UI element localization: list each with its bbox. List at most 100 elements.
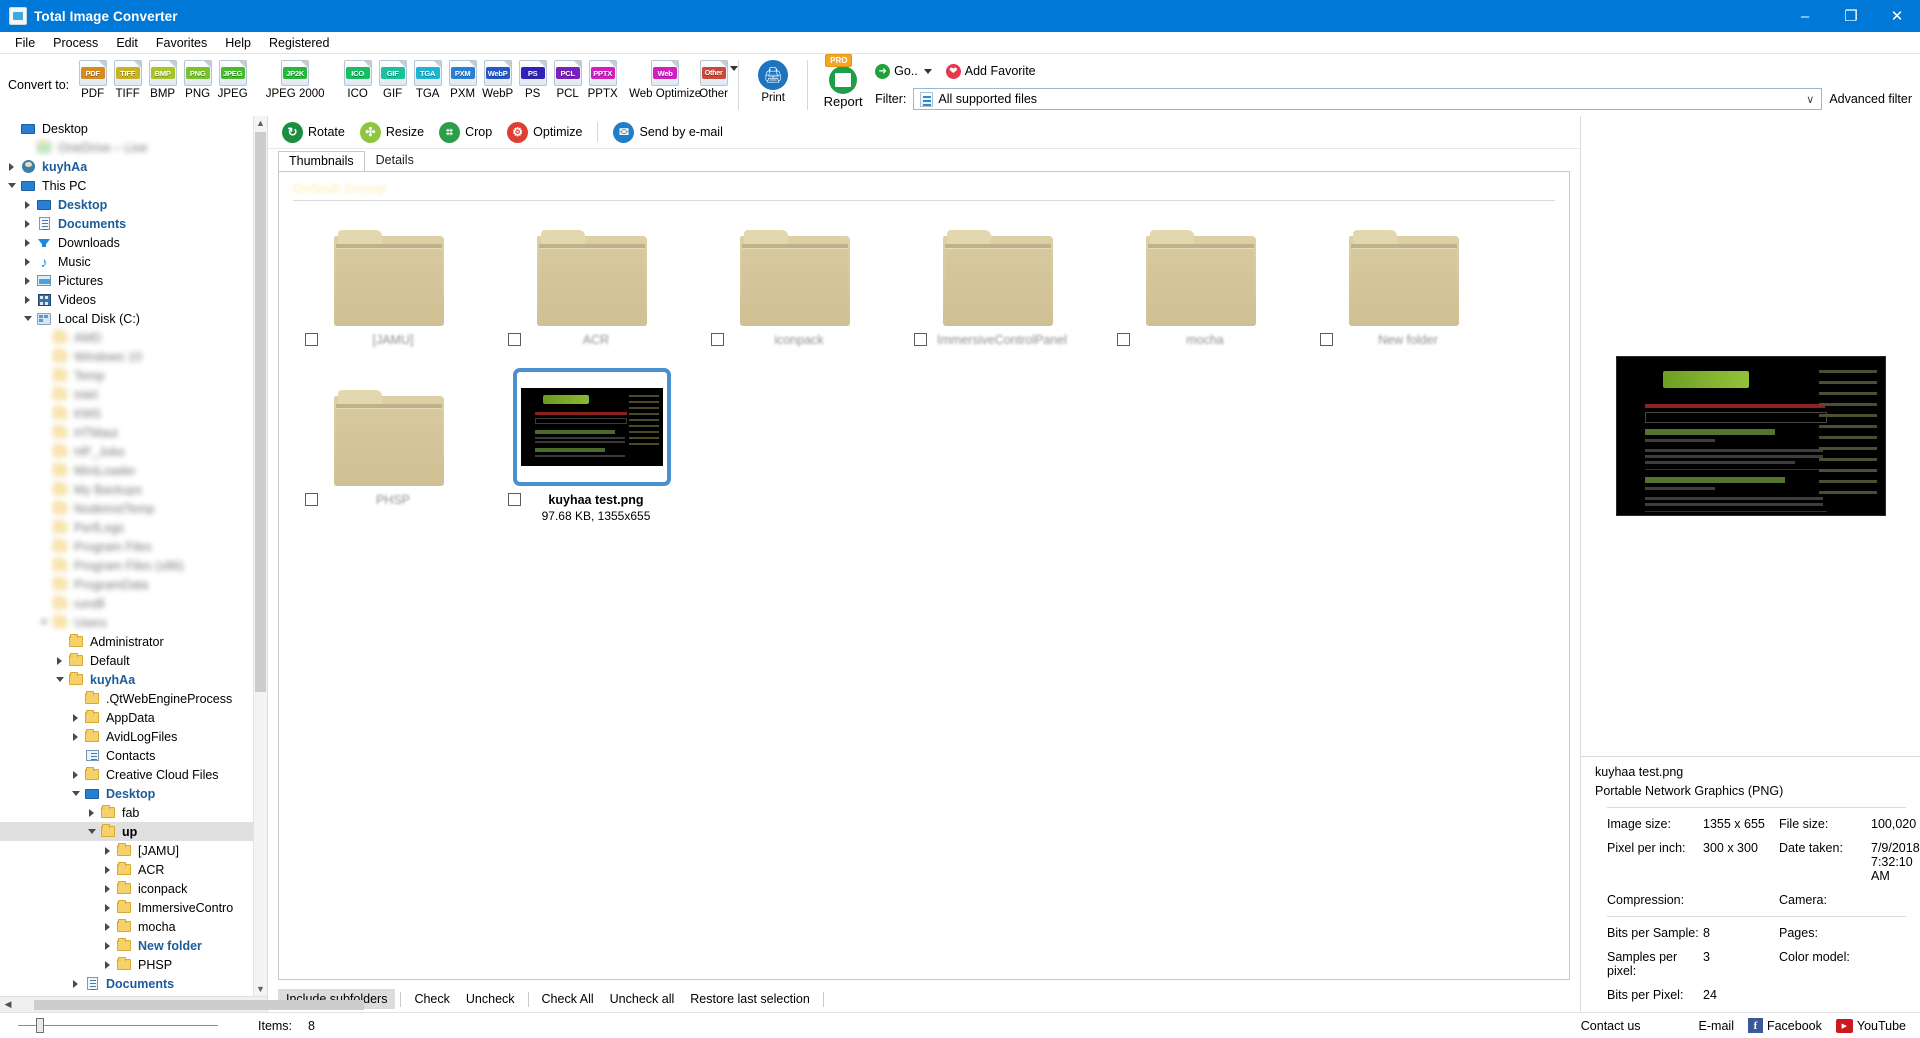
tree-twisty[interactable]: [20, 257, 35, 266]
tree-item-mocha[interactable]: mocha: [0, 917, 267, 936]
tree-twisty[interactable]: [68, 791, 83, 796]
tab-thumbnails[interactable]: Thumbnails: [278, 151, 365, 172]
rotate-button[interactable]: ↻ Rotate: [276, 119, 351, 146]
format-button-tga[interactable]: TGA TGA: [410, 56, 445, 100]
add-favorite-button[interactable]: ❤ Add Favorite: [945, 63, 1036, 79]
tree-item--jamu-[interactable]: [JAMU]: [0, 841, 267, 860]
optimize-button[interactable]: ⚙ Optimize: [501, 119, 588, 146]
tree-item-kms[interactable]: KMS: [0, 404, 267, 423]
tree-item-rundll[interactable]: rundll: [0, 594, 267, 613]
tree-item-kuyhaa[interactable]: kuyhAa: [0, 157, 267, 176]
thumbnail-size-slider[interactable]: [18, 1018, 218, 1034]
tree-item-avidlogfiles[interactable]: AvidLogFiles: [0, 727, 267, 746]
tree-item-hp-jobs[interactable]: HP_Jobs: [0, 442, 267, 461]
tree-twisty[interactable]: [4, 162, 19, 171]
tree-item-temp[interactable]: Temp: [0, 366, 267, 385]
tree-twisty[interactable]: [52, 677, 67, 682]
tree-item-desktop[interactable]: Desktop: [0, 119, 267, 138]
expand-chevron-icon[interactable]: [9, 162, 14, 171]
expand-chevron-icon[interactable]: [25, 257, 30, 266]
menu-item-favorites[interactable]: Favorites: [147, 34, 216, 52]
format-button-jpeg[interactable]: JPEG JPEG: [215, 56, 250, 100]
format-button-png[interactable]: PNG PNG: [180, 56, 215, 100]
format-button-pptx[interactable]: PPTX PPTX: [585, 56, 620, 100]
facebook-link[interactable]: f Facebook: [1747, 1018, 1822, 1033]
tree-item-documents[interactable]: Documents: [0, 974, 267, 993]
tree-item-music[interactable]: ♪ Music: [0, 252, 267, 271]
format-button-webp[interactable]: WebP WebP: [480, 56, 515, 100]
expand-chevron-icon[interactable]: [105, 903, 110, 912]
item-checkbox[interactable]: [711, 333, 724, 346]
folder-cell[interactable]: mocha: [1099, 211, 1302, 371]
format-button-tiff[interactable]: TIFF TIFF: [110, 56, 145, 100]
collapse-chevron-icon[interactable]: [71, 791, 80, 796]
tree-twisty[interactable]: [20, 316, 35, 321]
tree-item-miniloader[interactable]: MiniLoader: [0, 461, 267, 480]
tree-item-amd[interactable]: AMD: [0, 328, 267, 347]
tree-item-acr[interactable]: ACR: [0, 860, 267, 879]
format-button-bmp[interactable]: BMP BMP: [145, 56, 180, 100]
menu-item-process[interactable]: Process: [44, 34, 107, 52]
tree-item-up[interactable]: up: [0, 822, 267, 841]
item-checkbox[interactable]: [305, 333, 318, 346]
go-chevron-down-icon[interactable]: [923, 68, 932, 74]
expand-chevron-icon[interactable]: [25, 219, 30, 228]
format-button-pcl[interactable]: PCL PCL: [550, 56, 585, 100]
contact-us-link[interactable]: Contact us: [1581, 1019, 1641, 1033]
tree-twisty[interactable]: [68, 732, 83, 741]
tree-item-htmaui[interactable]: HTMaui: [0, 423, 267, 442]
tree-twisty[interactable]: [68, 770, 83, 779]
close-button[interactable]: ✕: [1874, 0, 1920, 32]
expand-chevron-icon[interactable]: [105, 922, 110, 931]
folder-cell[interactable]: iconpack: [693, 211, 896, 371]
item-checkbox[interactable]: [1320, 333, 1333, 346]
tree-item-local-disk-c-[interactable]: Local Disk (C:): [0, 309, 267, 328]
tree-twisty[interactable]: [20, 200, 35, 209]
tree-item-my-backups[interactable]: My Backups: [0, 480, 267, 499]
tree-item-fab[interactable]: fab: [0, 803, 267, 822]
menu-item-file[interactable]: File: [6, 34, 44, 52]
print-button[interactable]: 🖨 Print: [746, 56, 800, 104]
expand-chevron-icon[interactable]: [73, 732, 78, 741]
tree-item-videos[interactable]: Videos: [0, 290, 267, 309]
expand-chevron-icon[interactable]: [89, 808, 94, 817]
format-button-jpeg-2000[interactable]: JP2K JPEG 2000: [264, 56, 326, 100]
item-checkbox[interactable]: [1117, 333, 1130, 346]
collapse-chevron-icon[interactable]: [23, 316, 32, 321]
format-button-gif[interactable]: GIF GIF: [375, 56, 410, 100]
restore-last-selection-button[interactable]: Restore last selection: [682, 989, 818, 1009]
tree-twisty[interactable]: [68, 979, 83, 988]
expand-chevron-icon[interactable]: [105, 846, 110, 855]
chevron-down-icon[interactable]: [730, 66, 739, 71]
tree-item-program-files-x86-[interactable]: Program Files (x86): [0, 556, 267, 575]
folder-tree[interactable]: ▲ ▼ Desktop OneDrive – Live kuyhAa This PC D…: [0, 116, 267, 996]
collapse-chevron-icon[interactable]: [55, 677, 64, 682]
folder-cell[interactable]: ACR: [490, 211, 693, 371]
tree-twisty[interactable]: [100, 903, 115, 912]
tree-item-intel[interactable]: Intel: [0, 385, 267, 404]
uncheck-all-button[interactable]: Uncheck all: [602, 989, 683, 1009]
tree-twisty[interactable]: [84, 829, 99, 834]
report-button[interactable]: PRO Report: [815, 54, 871, 109]
scroll-down-icon[interactable]: ▼: [254, 982, 267, 996]
tree-item-nodeinsttemp[interactable]: NodeInstTemp: [0, 499, 267, 518]
tree-twisty[interactable]: [100, 922, 115, 931]
tree-item-documents[interactable]: Documents: [0, 214, 267, 233]
folder-cell[interactable]: PHSP: [287, 371, 490, 531]
tree-item-program-files[interactable]: Program Files: [0, 537, 267, 556]
folder-cell[interactable]: New folder: [1302, 211, 1505, 371]
filter-combobox[interactable]: All supported files ∨: [913, 88, 1823, 110]
resize-button[interactable]: ✣ Resize: [354, 119, 430, 146]
maximize-button[interactable]: ❐: [1828, 0, 1874, 32]
check-all-button[interactable]: Check All: [534, 989, 602, 1009]
tree-twisty[interactable]: [20, 219, 35, 228]
item-checkbox[interactable]: [914, 333, 927, 346]
tree-item-new-folder[interactable]: New folder: [0, 936, 267, 955]
format-button-ico[interactable]: ICO ICO: [340, 56, 375, 100]
email-link[interactable]: E-mail: [1699, 1019, 1734, 1033]
filter-chevron-down-icon[interactable]: ∨: [1806, 93, 1814, 106]
tree-item-desktop[interactable]: Desktop: [0, 195, 267, 214]
tree-twisty[interactable]: [52, 656, 67, 665]
format-button-pxm[interactable]: PXM PXM: [445, 56, 480, 100]
scroll-up-icon[interactable]: ▲: [254, 116, 267, 130]
